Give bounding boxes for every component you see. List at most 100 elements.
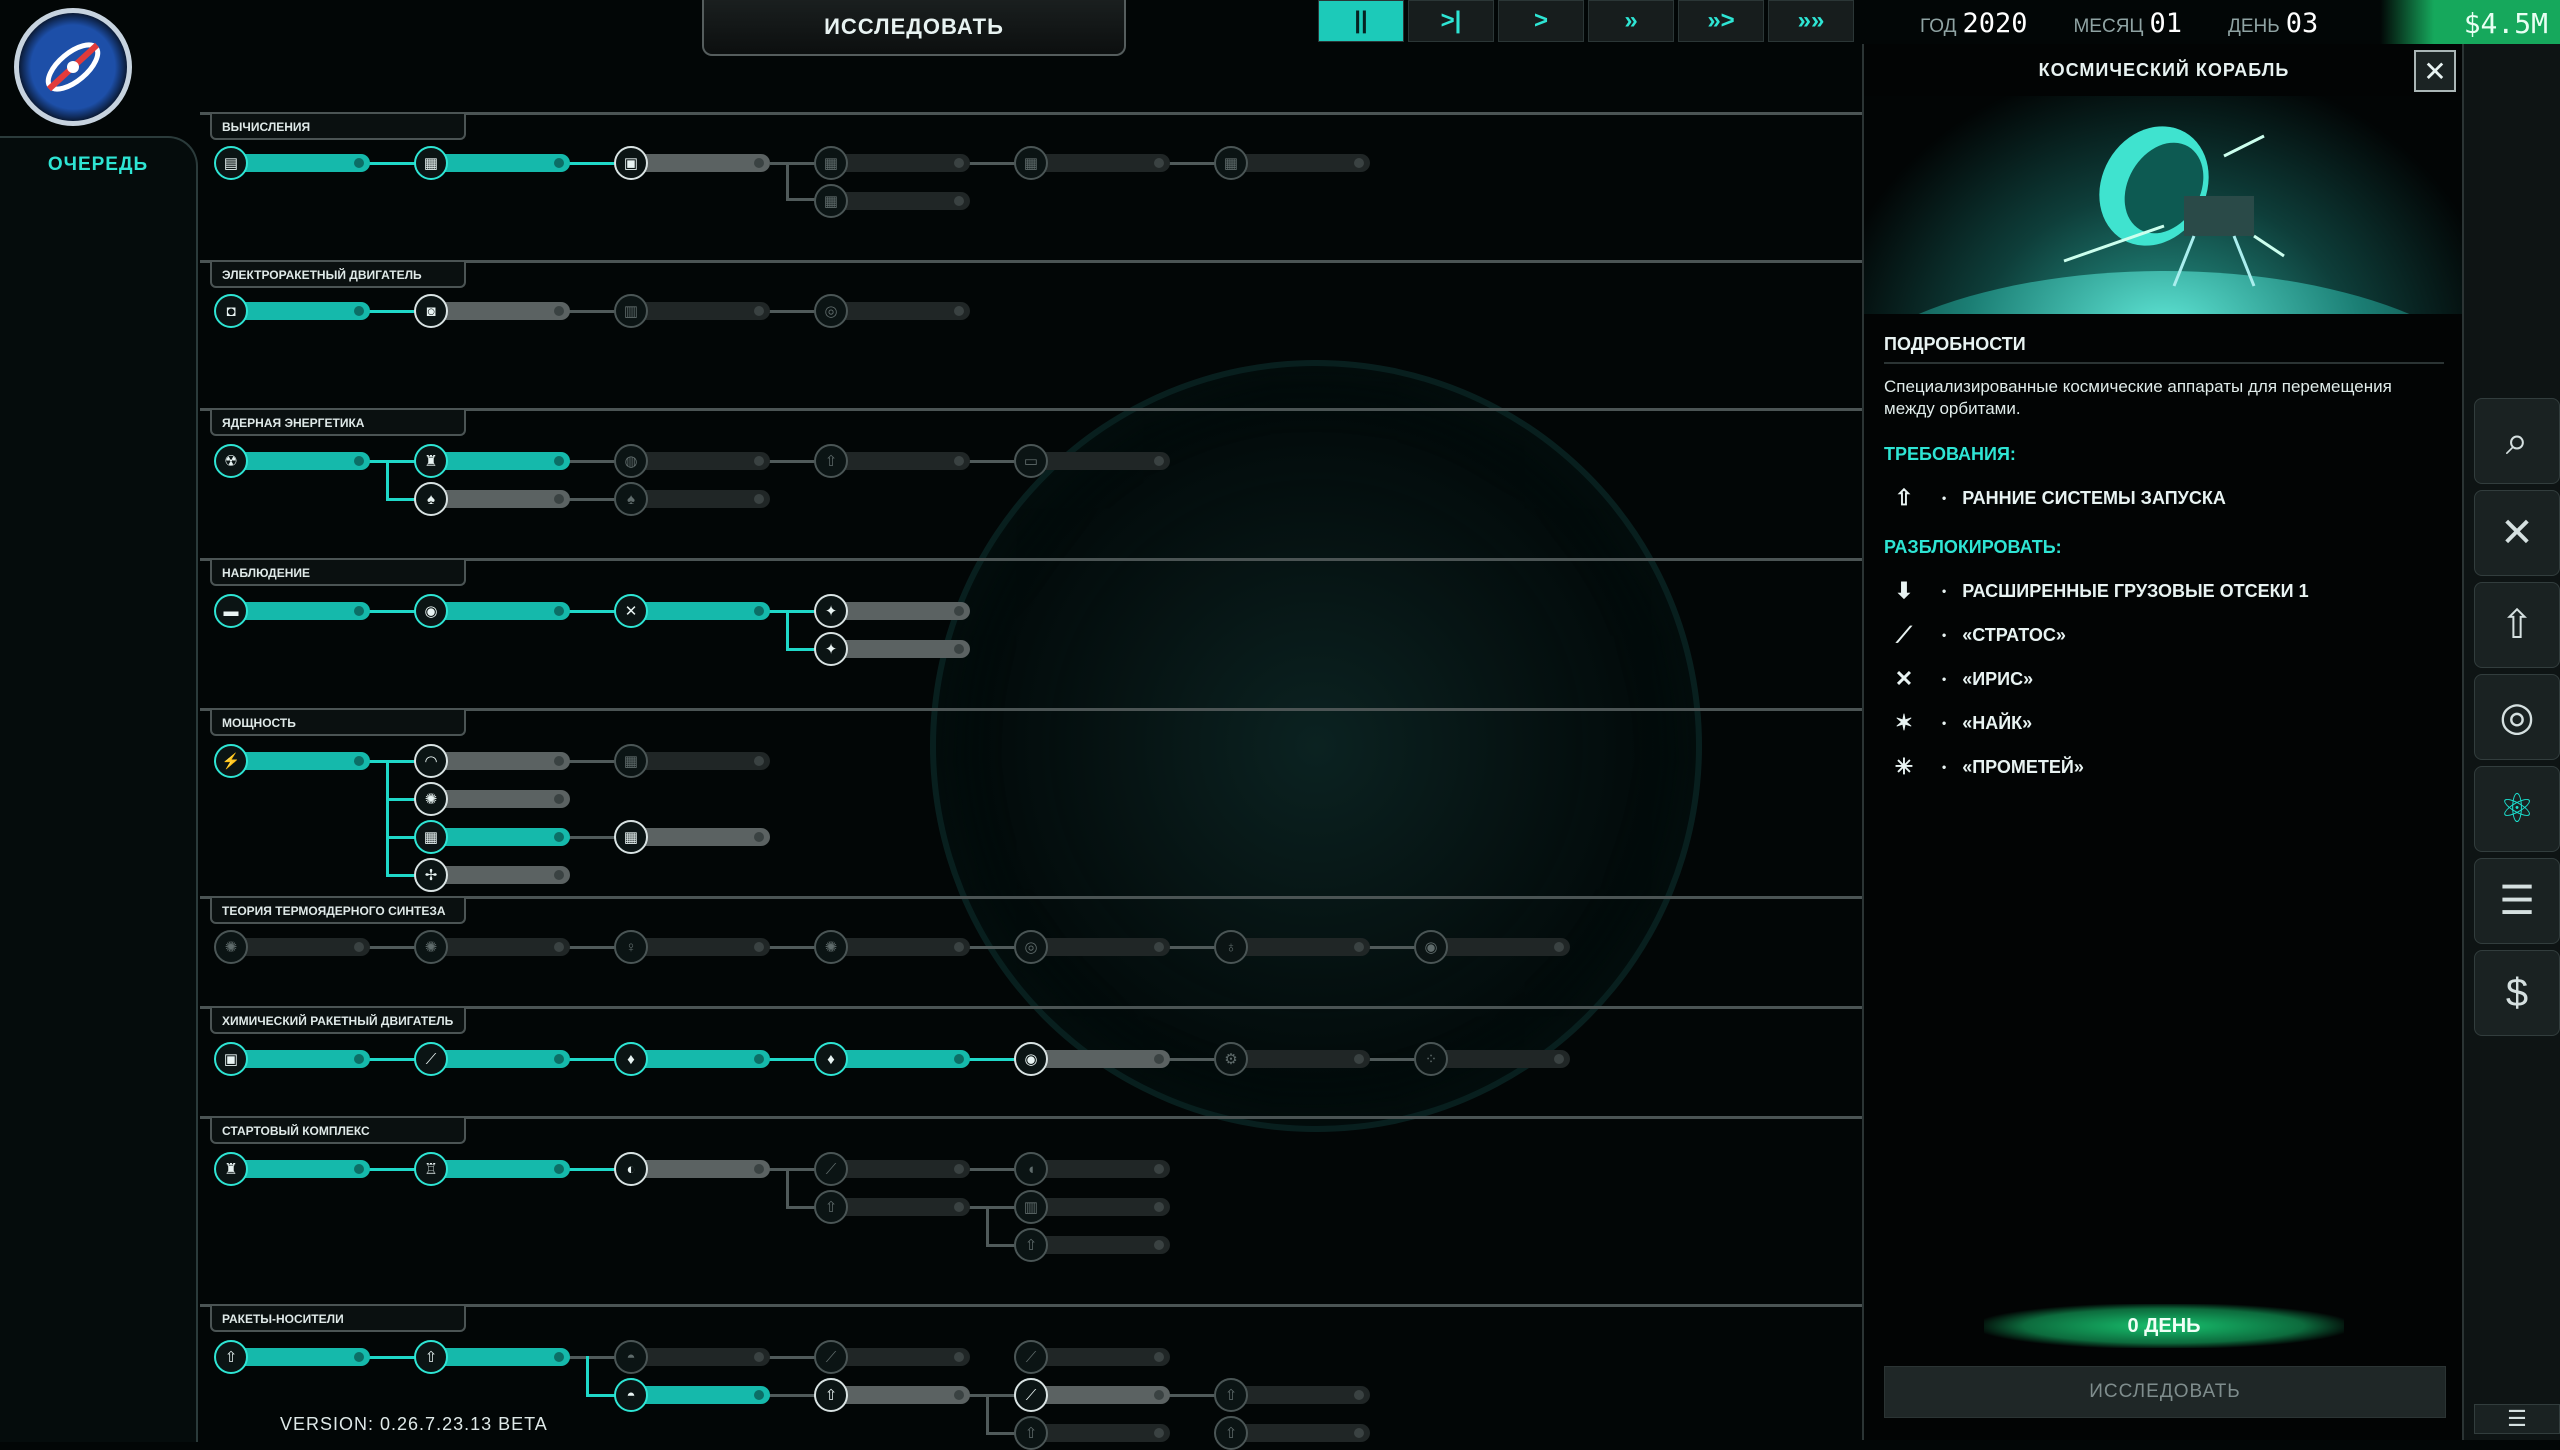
menu-button[interactable]: ☰ bbox=[2474, 1404, 2560, 1434]
tech-node[interactable]: ✺ bbox=[214, 930, 370, 964]
agency-logo[interactable] bbox=[14, 8, 132, 126]
tech-node[interactable]: ◓ bbox=[614, 1378, 770, 1412]
tech-node[interactable]: ▭ bbox=[1014, 444, 1170, 478]
rockets-button[interactable]: ⇧ bbox=[2474, 582, 2560, 668]
right-toolbar: ⌕ ✕ ⇧ ◎ ⚛ ☰ $ ☰ bbox=[2462, 44, 2560, 1440]
tech-node[interactable]: ♦ bbox=[614, 1042, 770, 1076]
tech-node[interactable]: ⚡ bbox=[214, 744, 370, 778]
tech-node[interactable]: ☢ bbox=[214, 444, 370, 478]
speed-3-button[interactable]: »> bbox=[1678, 0, 1764, 42]
search-button[interactable]: ⌕ bbox=[2474, 398, 2560, 484]
requirement-item[interactable]: ⇧ • РАННИЕ СИСТЕМЫ ЗАПУСКА bbox=[1884, 481, 2226, 515]
circuit-icon: ▦ bbox=[814, 146, 848, 180]
tech-node[interactable]: ◐ bbox=[614, 1152, 770, 1186]
unlock-item[interactable]: ✳ • «ПРОМЕТЕЙ» bbox=[1884, 750, 2084, 784]
tech-node[interactable]: ♦ bbox=[814, 1042, 970, 1076]
tech-node[interactable]: ♀ bbox=[614, 930, 770, 964]
tech-node[interactable]: ◎ bbox=[1014, 930, 1170, 964]
tech-node[interactable]: ▣ bbox=[214, 1042, 370, 1076]
tech-node[interactable]: ♠ bbox=[614, 482, 770, 516]
tech-node[interactable]: ✺ bbox=[814, 930, 970, 964]
speed-2-button[interactable]: » bbox=[1588, 0, 1674, 42]
unlock-item[interactable]: ⬇ • РАСШИРЕННЫЕ ГРУЗОВЫЕ ОТСЕКИ 1 bbox=[1884, 574, 2309, 608]
tech-node[interactable]: ⇧ bbox=[1014, 1228, 1170, 1262]
tech-node[interactable]: ⚙ bbox=[1214, 1042, 1370, 1076]
tech-node[interactable]: ✦ bbox=[814, 594, 970, 628]
tech-node[interactable]: ♁ bbox=[1214, 930, 1370, 964]
unlock-item[interactable]: ✶ • «НАЙК» bbox=[1884, 706, 2032, 740]
tech-node[interactable]: ⇧ bbox=[814, 1378, 970, 1412]
rocket-icon: ⇧ bbox=[814, 1190, 848, 1224]
tech-node[interactable]: ⁘ bbox=[1414, 1042, 1570, 1076]
rocket-icon: ⟋ bbox=[814, 1340, 848, 1374]
tech-node[interactable]: ◙ bbox=[414, 294, 570, 328]
missions-button[interactable]: ◎ bbox=[2474, 674, 2560, 760]
tech-node[interactable]: ▥ bbox=[1014, 1190, 1170, 1224]
tech-node[interactable]: ◘ bbox=[214, 294, 370, 328]
pause-button[interactable]: || bbox=[1318, 0, 1404, 42]
tech-node[interactable]: ♠ bbox=[414, 482, 570, 516]
speed-1-button[interactable]: > bbox=[1498, 0, 1584, 42]
probe-icon: ♀ bbox=[614, 930, 648, 964]
tech-node[interactable]: ✕ bbox=[614, 594, 770, 628]
tech-node[interactable]: ▦ bbox=[1214, 146, 1370, 180]
tech-node[interactable]: ◓ bbox=[614, 1340, 770, 1374]
menu-icon: ☰ bbox=[2507, 1406, 2527, 1431]
tech-node[interactable]: ⟋ bbox=[814, 1340, 970, 1374]
tech-node[interactable]: ▦ bbox=[1014, 146, 1170, 180]
tech-node[interactable]: ⟋ bbox=[1014, 1340, 1170, 1374]
close-button[interactable]: ✕ bbox=[2414, 50, 2456, 92]
tech-node[interactable]: ▦ bbox=[414, 146, 570, 180]
tech-node[interactable]: ◠ bbox=[414, 744, 570, 778]
tech-node[interactable]: ✦ bbox=[814, 632, 970, 666]
tech-node[interactable]: ▦ bbox=[814, 184, 970, 218]
tech-node[interactable]: ⟋ bbox=[814, 1152, 970, 1186]
research-button[interactable]: ИССЛЕДОВАТЬ bbox=[1884, 1366, 2446, 1418]
budget-button[interactable]: $ bbox=[2474, 950, 2560, 1036]
budget-icon: $ bbox=[2505, 970, 2529, 1015]
tech-node[interactable]: ◉ bbox=[1014, 1042, 1170, 1076]
tech-node[interactable]: ▦ bbox=[614, 820, 770, 854]
category-title: ХИМИЧЕСКИЙ РАКЕТНЫЙ ДВИГАТЕЛЬ bbox=[210, 1008, 466, 1034]
tech-node[interactable]: ⇧ bbox=[414, 1340, 570, 1374]
tech-node[interactable]: ◎ bbox=[814, 294, 970, 328]
reactor-icon: ◍ bbox=[614, 444, 648, 478]
tech-node[interactable]: ▣ bbox=[614, 146, 770, 180]
unlock-item[interactable]: ⟋ • «СТРАТОС» bbox=[1884, 618, 2066, 652]
camera-icon: ▬ bbox=[214, 594, 248, 628]
tech-node[interactable]: ⇧ bbox=[814, 1190, 970, 1224]
tech-node[interactable]: ⇧ bbox=[1214, 1416, 1370, 1450]
queue-label[interactable]: ОЧЕРЕДЬ bbox=[0, 154, 196, 176]
research-tree-button[interactable]: ⚛ bbox=[2474, 766, 2560, 852]
tech-node[interactable]: ▥ bbox=[614, 294, 770, 328]
tech-node[interactable]: ▤ bbox=[214, 146, 370, 180]
tech-node[interactable]: ♜ bbox=[414, 444, 570, 478]
tech-node[interactable]: ▦ bbox=[414, 820, 570, 854]
lightning-icon: ⚡ bbox=[214, 744, 248, 778]
tech-node[interactable]: ⇧ bbox=[814, 444, 970, 478]
finance-button[interactable]: ☰ bbox=[2474, 858, 2560, 944]
unlock-item[interactable]: ✕ • «ИРИС» bbox=[1884, 662, 2033, 696]
tech-node[interactable]: ✺ bbox=[414, 930, 570, 964]
tech-node[interactable]: ♖ bbox=[414, 1152, 570, 1186]
tech-node[interactable]: ♜ bbox=[214, 1152, 370, 1186]
tech-node[interactable]: ◉ bbox=[414, 594, 570, 628]
research-tab-button[interactable]: ИССЛЕДОВАТЬ bbox=[702, 0, 1126, 56]
tech-node[interactable]: ▬ bbox=[214, 594, 370, 628]
tech-node[interactable]: ✢ bbox=[414, 858, 570, 892]
step-button[interactable]: >| bbox=[1408, 0, 1494, 42]
tech-node[interactable]: ◉ bbox=[1414, 930, 1570, 964]
tech-node[interactable]: ◍ bbox=[614, 444, 770, 478]
tech-node[interactable]: ◖ bbox=[1014, 1152, 1170, 1186]
satellites-button[interactable]: ✕ bbox=[2474, 490, 2560, 576]
tech-node[interactable]: ⟋ bbox=[414, 1042, 570, 1076]
tech-node[interactable]: ⇧ bbox=[214, 1340, 370, 1374]
tech-node[interactable]: ⇧ bbox=[1014, 1416, 1170, 1450]
tech-node[interactable]: ✺ bbox=[414, 782, 570, 816]
rocket-icon: ⇧ bbox=[1214, 1378, 1248, 1412]
tech-node[interactable]: ▦ bbox=[814, 146, 970, 180]
speed-4-button[interactable]: »» bbox=[1768, 0, 1854, 42]
tech-node[interactable]: ⇧ bbox=[1214, 1378, 1370, 1412]
tech-node[interactable]: ▦ bbox=[614, 744, 770, 778]
tech-node[interactable]: ⟋ bbox=[1014, 1378, 1170, 1412]
